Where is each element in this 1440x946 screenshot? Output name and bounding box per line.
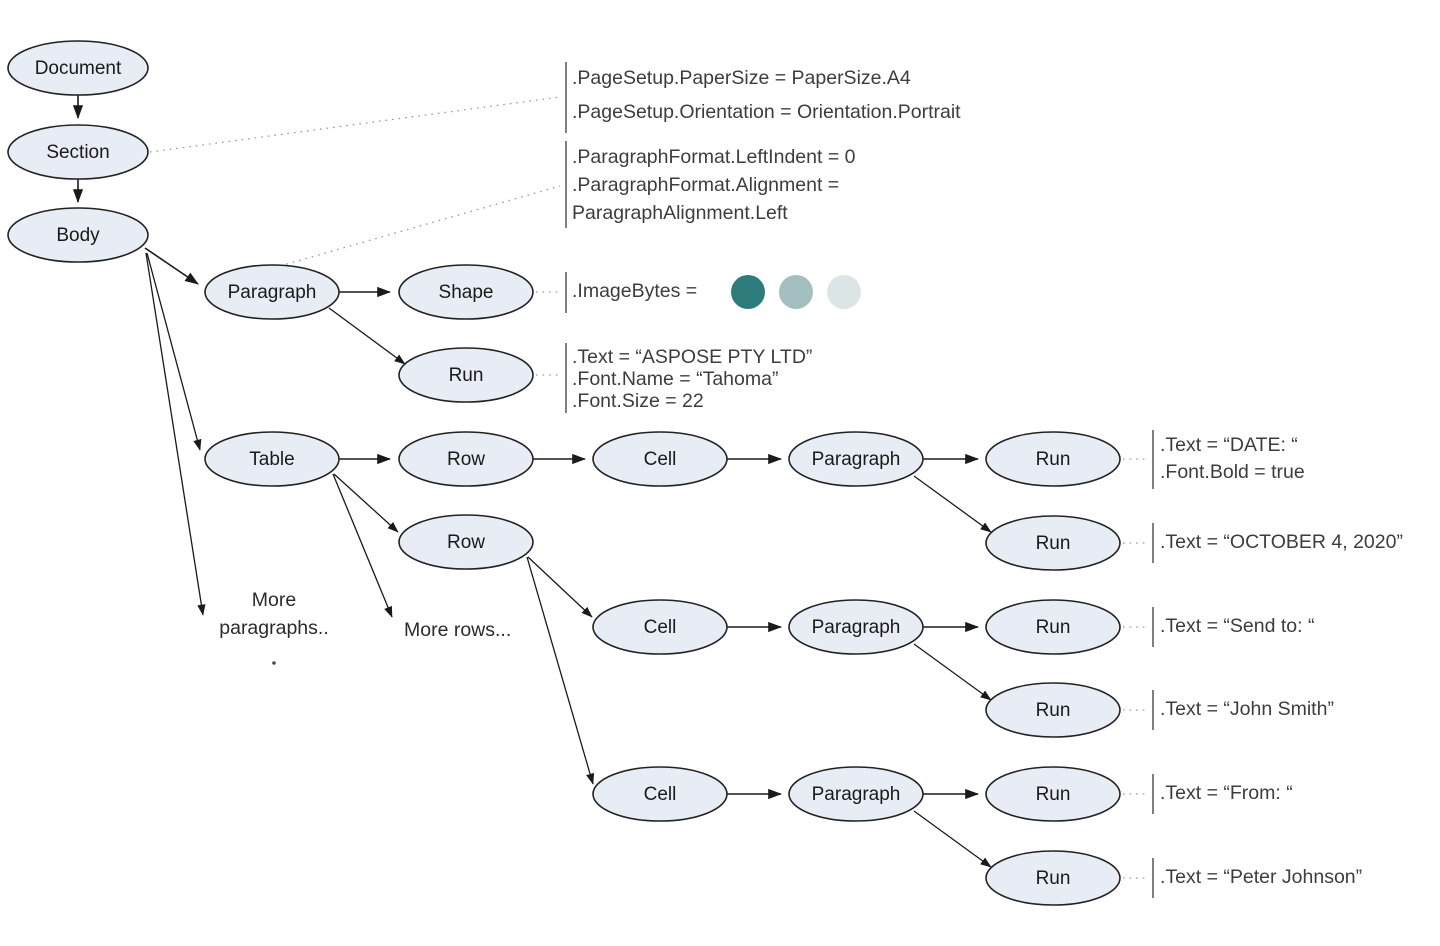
edge-body-more-paragraphs	[145, 252, 206, 616]
image-swatch-dark-teal	[731, 275, 765, 309]
node-table-label: Table	[249, 449, 294, 470]
annotation-run-date-label-line-1: .Font.Bold = true	[1160, 461, 1305, 483]
node-body-label: Body	[56, 225, 100, 246]
node-table[interactable]: Table	[204, 431, 340, 487]
annotation-run-from-value-line-0: .Text = “Peter Johnson”	[1160, 866, 1362, 888]
node-paragraph-1[interactable]: Paragraph	[204, 264, 340, 320]
node-run-3-label: Run	[1036, 617, 1071, 638]
annotation-section-props-line-1: .PageSetup.Orientation = Orientation.Por…	[572, 101, 961, 123]
node-run-5[interactable]: Run	[985, 766, 1121, 822]
annotation-run-date-value: .Text = “OCTOBER 4, 2020”	[1160, 531, 1403, 553]
node-cell-1-label: Cell	[644, 449, 677, 470]
leader-section-to-pagesetup	[149, 96, 561, 153]
node-run-1-label: Run	[1036, 449, 1071, 470]
annotation-run-title-props-line-0: .Text = “ASPOSE PTY LTD”	[572, 346, 812, 368]
node-run-3[interactable]: Run	[985, 599, 1121, 655]
more-paragraphs-trailing-dot	[272, 661, 276, 665]
annotation-run-from-label-line-0: .Text = “From: “	[1160, 782, 1293, 804]
annotation-run-sendto-label: .Text = “Send to: “	[1160, 615, 1314, 637]
edge-paragraph-run-title	[328, 307, 406, 365]
node-cell-3[interactable]: Cell	[592, 766, 728, 822]
node-row-2-label: Row	[447, 532, 485, 553]
edge-row2-cell2	[527, 556, 593, 618]
diagram-canvas: Document Section Body Paragraph Shape Ru	[7, 40, 1403, 906]
node-run-6[interactable]: Run	[985, 850, 1121, 906]
node-shape[interactable]: Shape	[398, 264, 534, 320]
node-shape-label: Shape	[439, 282, 494, 303]
edge-body-table	[146, 252, 202, 451]
annotation-run-title-props: .Text = “ASPOSE PTY LTD” .Font.Name = “T…	[572, 346, 812, 412]
node-paragraph-3-label: Paragraph	[812, 617, 901, 638]
node-cell-2-label: Cell	[644, 617, 677, 638]
edge-body-paragraph	[144, 247, 199, 285]
node-row-2[interactable]: Row	[398, 514, 534, 570]
node-cell-3-label: Cell	[644, 784, 677, 805]
annotation-run-date-value-line-0: .Text = “OCTOBER 4, 2020”	[1160, 531, 1403, 553]
image-swatch-light-teal	[827, 275, 861, 309]
node-paragraph-4[interactable]: Paragraph	[788, 766, 924, 822]
node-run-2-label: Run	[1036, 533, 1071, 554]
image-swatch-medium-teal	[779, 275, 813, 309]
node-paragraph-2-label: Paragraph	[812, 449, 901, 470]
annotation-run-from-value: .Text = “Peter Johnson”	[1160, 866, 1362, 888]
edge-table-more-rows	[332, 473, 393, 618]
annotation-paragraph-props-line-2: ParagraphAlignment.Left	[572, 202, 788, 224]
node-section-label: Section	[46, 142, 109, 163]
leader-paragraph-to-format	[279, 185, 561, 267]
annotation-run-from-label: .Text = “From: “	[1160, 782, 1293, 804]
annotation-run-date-label: .Text = “DATE: “ .Font.Bold = true	[1160, 434, 1305, 483]
annotation-run-title-props-line-1: .Font.Name = “Tahoma”	[572, 368, 778, 390]
edge-table-row2	[333, 473, 399, 533]
node-row-1-label: Row	[447, 449, 485, 470]
annotation-shape-props-line-0: .ImageBytes =	[572, 280, 697, 302]
annotation-section-props-line-0: .PageSetup.PaperSize = PaperSize.A4	[572, 67, 911, 89]
annotation-run-sendto-value: .Text = “John Smith”	[1160, 698, 1334, 720]
more-paragraphs-label-line1: More	[252, 589, 296, 611]
annotation-paragraph-props-line-0: .ParagraphFormat.LeftIndent = 0	[572, 146, 856, 168]
free-labels-layer: More paragraphs.. More rows...	[219, 589, 511, 665]
annotation-run-sendto-value-line-0: .Text = “John Smith”	[1160, 698, 1334, 720]
annotation-section-props: .PageSetup.PaperSize = PaperSize.A4 .Pag…	[572, 67, 961, 123]
more-paragraphs-label-line2: paragraphs..	[219, 617, 329, 639]
node-paragraph-4-label: Paragraph	[812, 784, 901, 805]
edge-paragraph2-run2	[913, 475, 992, 533]
node-section[interactable]: Section	[7, 124, 149, 180]
node-run-4-label: Run	[1036, 700, 1071, 721]
node-run-4[interactable]: Run	[985, 682, 1121, 738]
node-run-2[interactable]: Run	[985, 515, 1121, 571]
node-cell-2[interactable]: Cell	[592, 599, 728, 655]
annotation-run-title-props-line-2: .Font.Size = 22	[572, 390, 704, 412]
node-cell-1[interactable]: Cell	[592, 431, 728, 487]
node-run-1[interactable]: Run	[985, 431, 1121, 487]
node-document[interactable]: Document	[7, 40, 149, 96]
annotation-run-sendto-label-line-0: .Text = “Send to: “	[1160, 615, 1314, 637]
document-object-model-diagram: Document Section Body Paragraph Shape Ru	[0, 0, 1440, 946]
annotation-shape-props: .ImageBytes =	[572, 275, 861, 309]
node-body[interactable]: Body	[7, 207, 149, 263]
edge-row2-cell3	[526, 556, 595, 785]
node-paragraph-3[interactable]: Paragraph	[788, 599, 924, 655]
node-run-6-label: Run	[1036, 868, 1071, 889]
edge-paragraph4-run6	[913, 810, 992, 868]
edge-paragraph3-run4	[913, 643, 992, 701]
node-paragraph-2[interactable]: Paragraph	[788, 431, 924, 487]
node-row-1[interactable]: Row	[398, 431, 534, 487]
annotation-paragraph-props-line-1: .ParagraphFormat.Alignment =	[572, 174, 839, 196]
annotation-paragraph-props: .ParagraphFormat.LeftIndent = 0 .Paragra…	[572, 146, 856, 224]
node-document-label: Document	[35, 58, 122, 79]
node-paragraph-1-label: Paragraph	[228, 282, 317, 303]
node-run-title[interactable]: Run	[398, 347, 534, 403]
more-rows-label: More rows...	[404, 619, 511, 641]
nodes-layer: Document Section Body Paragraph Shape Ru	[7, 40, 1121, 906]
node-run-title-label: Run	[449, 365, 484, 386]
node-run-5-label: Run	[1036, 784, 1071, 805]
annotation-run-date-label-line-0: .Text = “DATE: “	[1160, 434, 1298, 456]
